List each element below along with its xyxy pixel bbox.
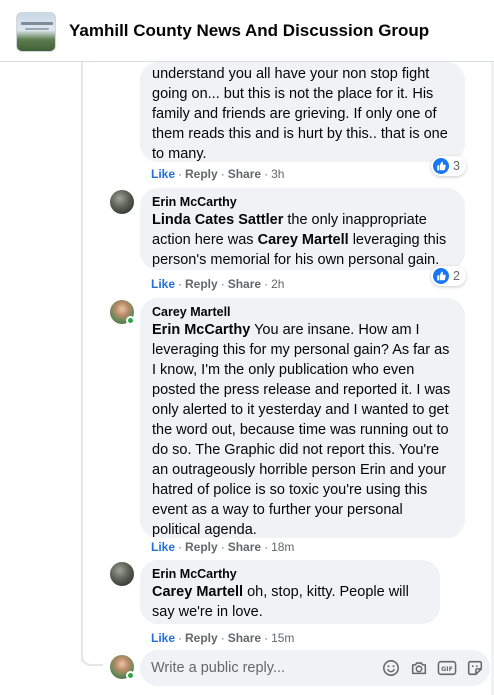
share-button[interactable]: Share bbox=[228, 540, 261, 554]
comment-author[interactable]: Carey Martell bbox=[152, 298, 453, 320]
comment-actions: Like · Reply · Share · 18m bbox=[151, 540, 295, 554]
sticker-icon[interactable] bbox=[465, 658, 485, 678]
reply-button[interactable]: Reply bbox=[185, 540, 218, 554]
comment-timestamp[interactable]: 3h bbox=[271, 167, 284, 181]
comment-timestamp[interactable]: 15m bbox=[271, 631, 294, 645]
comment-text: understand you all have your non stop fi… bbox=[152, 66, 448, 162]
composer-connector bbox=[81, 648, 103, 666]
comment-bubble: Erin McCarthy Linda Cates Sattler the on… bbox=[140, 188, 465, 270]
reply-composer: GIF bbox=[140, 650, 490, 686]
reply-button[interactable]: Reply bbox=[185, 167, 218, 181]
comment-timestamp[interactable]: 18m bbox=[271, 540, 294, 554]
like-button[interactable]: Like bbox=[151, 277, 175, 291]
share-button[interactable]: Share bbox=[228, 631, 261, 645]
comment-actions: Like · Reply · Share · 3h bbox=[151, 167, 285, 181]
online-status-dot bbox=[126, 671, 135, 680]
camera-icon[interactable] bbox=[409, 658, 429, 678]
mention-link[interactable]: Carey Martell bbox=[152, 584, 243, 600]
like-button[interactable]: Like bbox=[151, 167, 175, 181]
reply-button[interactable]: Reply bbox=[185, 277, 218, 291]
reaction-count[interactable]: 2 bbox=[431, 266, 466, 286]
share-button[interactable]: Share bbox=[228, 167, 261, 181]
reaction-count[interactable]: 3 bbox=[431, 156, 466, 176]
reply-input[interactable] bbox=[151, 658, 371, 678]
comment-text: Carey Martell oh, stop, kitty. People wi… bbox=[152, 584, 409, 620]
avatar[interactable] bbox=[110, 562, 134, 586]
comment-bubble: understand you all have your non stop fi… bbox=[140, 62, 465, 162]
thread-connector-line bbox=[81, 62, 83, 662]
mention-link[interactable]: Linda Cates Sattler bbox=[152, 212, 283, 228]
online-status-dot bbox=[126, 316, 135, 325]
comment-text: Erin McCarthy You are insane. How am I l… bbox=[152, 322, 451, 538]
comment-bubble: Erin McCarthy Carey Martell oh, stop, ki… bbox=[140, 560, 440, 624]
comment-text: Linda Cates Sattler the only inappropria… bbox=[152, 212, 447, 268]
like-button[interactable]: Like bbox=[151, 631, 175, 645]
svg-text:GIF: GIF bbox=[441, 666, 453, 673]
comment-timestamp[interactable]: 2h bbox=[271, 277, 284, 291]
gif-icon[interactable]: GIF bbox=[437, 658, 457, 678]
like-icon bbox=[433, 158, 449, 174]
comment-author[interactable]: Erin McCarthy bbox=[152, 560, 428, 582]
reply-button[interactable]: Reply bbox=[185, 631, 218, 645]
comment-author[interactable]: Erin McCarthy bbox=[152, 188, 453, 210]
group-title[interactable]: Yamhill County News And Discussion Group bbox=[69, 21, 429, 41]
group-header: Yamhill County News And Discussion Group bbox=[0, 0, 494, 62]
like-icon bbox=[433, 268, 449, 284]
comment-bubble: Carey Martell Erin McCarthy You are insa… bbox=[140, 298, 465, 538]
mention-link[interactable]: Erin McCarthy bbox=[152, 322, 250, 338]
comment-actions: Like · Reply · Share · 2h bbox=[151, 277, 285, 291]
group-cover-thumbnail[interactable] bbox=[16, 12, 56, 52]
mention-link[interactable]: Carey Martell bbox=[258, 232, 349, 248]
avatar[interactable] bbox=[110, 190, 134, 214]
like-button[interactable]: Like bbox=[151, 540, 175, 554]
share-button[interactable]: Share bbox=[228, 277, 261, 291]
comment-actions: Like · Reply · Share · 15m bbox=[151, 631, 295, 645]
emoji-icon[interactable] bbox=[381, 658, 401, 678]
